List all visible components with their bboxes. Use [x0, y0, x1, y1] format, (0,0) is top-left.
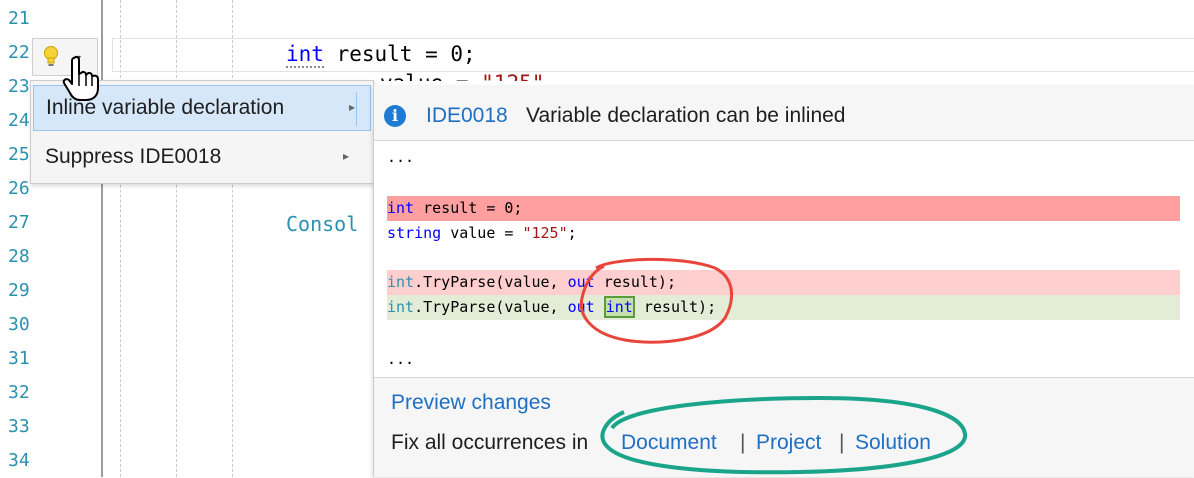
submenu-arrow-icon: ▸	[343, 149, 350, 163]
diff-line-deleted: int.TryParse(value, out result);	[387, 270, 676, 294]
line-number: 32	[8, 382, 30, 403]
diagnostic-id-link[interactable]: IDE0018	[426, 104, 508, 128]
line-number: 31	[8, 348, 30, 369]
code-keyword: int	[387, 199, 415, 217]
info-icon: i	[384, 105, 406, 127]
code-type: int	[387, 298, 415, 316]
line-number: 33	[8, 416, 30, 437]
separator: |	[740, 431, 746, 454]
code-text: value =	[441, 224, 523, 242]
fix-all-document-link[interactable]: Document	[621, 431, 717, 455]
code-line-27-partial: Consol	[286, 212, 358, 236]
code-type: Consol	[286, 212, 359, 236]
code-string: "125"	[481, 71, 544, 81]
diff-line-deleted: int result = 0;	[387, 196, 522, 220]
code-text: ;	[567, 224, 577, 242]
preview-panel: i IDE0018 Variable declaration can be in…	[373, 85, 1194, 477]
code-keyword: string	[387, 224, 442, 242]
code-text: result = 0;	[414, 199, 523, 217]
ellipsis: ...	[387, 148, 415, 166]
line-number: 28	[8, 246, 30, 267]
menu-separator	[356, 92, 357, 126]
code-line-23-partial: value = "125"	[380, 71, 544, 81]
code-text: result);	[594, 273, 676, 291]
menu-item-label: Suppress IDE0018	[45, 145, 222, 168]
submenu-arrow-icon: ▸	[349, 100, 356, 114]
line-number: 29	[8, 280, 30, 301]
line-number: 34	[8, 450, 30, 471]
fix-all-label: Fix all occurrences in	[391, 431, 589, 454]
fix-all-solution-link[interactable]: Solution	[855, 431, 931, 455]
ellipsis: ...	[387, 350, 415, 368]
code-text: .TryParse(value,	[414, 273, 568, 291]
diff-line-added: int.TryParse(value, out int result);	[387, 295, 716, 319]
code-keyword: int	[286, 42, 324, 68]
code-keyword: out	[567, 298, 595, 316]
preview-header: i IDE0018 Variable declaration can be in…	[374, 85, 1194, 140]
code-string: "125"	[522, 224, 568, 242]
code-type: int	[387, 273, 415, 291]
fix-all-project-link[interactable]: Project	[756, 431, 821, 455]
code-text: result);	[634, 298, 717, 316]
code-text: value =	[380, 71, 481, 81]
code-line-22[interactable]: int result = 0;	[286, 42, 476, 68]
line-number: 30	[8, 314, 30, 335]
code-text: .TryParse(value,	[414, 298, 568, 316]
lightbulb-icon	[44, 46, 58, 66]
diff-line-context: string value = "125";	[387, 221, 577, 245]
separator: |	[839, 431, 845, 454]
code-keyword: out	[567, 273, 595, 291]
line-number: 27	[8, 212, 30, 233]
code-text: result = 0;	[323, 42, 476, 66]
hand-cursor-icon	[62, 56, 99, 101]
inserted-keyword: int	[603, 296, 635, 318]
current-line-highlight	[112, 38, 1194, 72]
line-number: 21	[8, 8, 30, 29]
diagnostic-message: Variable declaration can be inlined	[526, 104, 846, 127]
preview-diff: ... int result = 0; string value = "125"…	[374, 140, 1194, 378]
preview-changes-link[interactable]: Preview changes	[391, 391, 551, 415]
menu-item-suppress[interactable]: Suppress IDE0018 ▸	[33, 135, 371, 181]
